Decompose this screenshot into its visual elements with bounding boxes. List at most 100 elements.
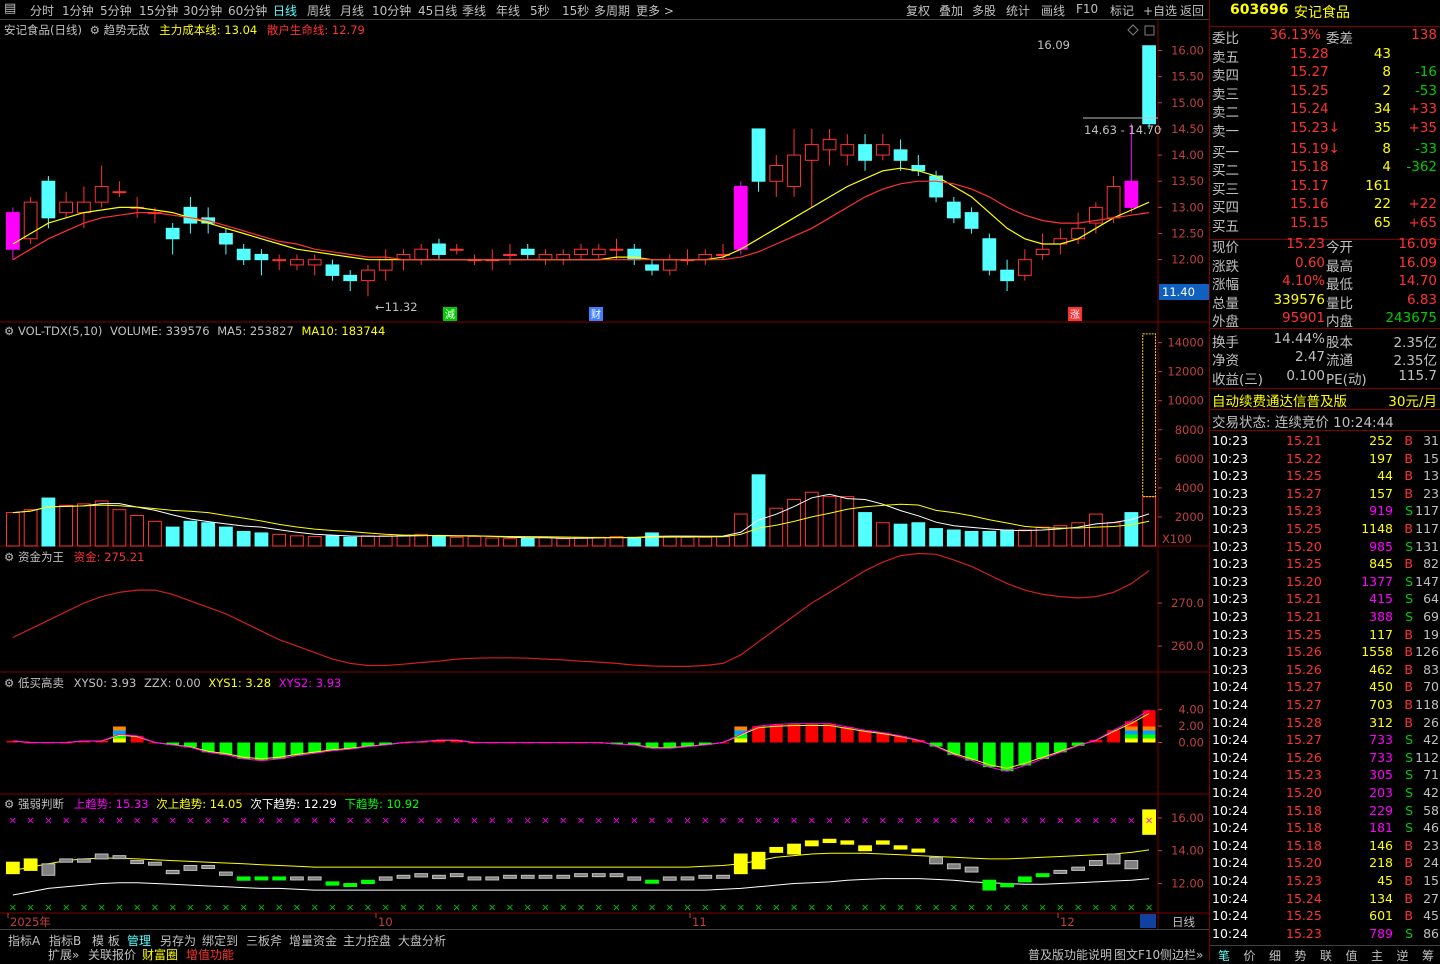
time-axis-label: 12 bbox=[1060, 915, 1075, 929]
toolbar-btn-3[interactable]: 统计 bbox=[1006, 2, 1030, 19]
bottom-right-link-0[interactable]: 普及版功能说明 bbox=[1028, 946, 1112, 963]
lowbuy-gear-icon[interactable]: ⚙ bbox=[4, 676, 14, 690]
lower-cross-mark: × bbox=[914, 902, 922, 913]
volume-bar bbox=[112, 509, 127, 547]
menu-icon[interactable]: ▤ bbox=[4, 1, 16, 16]
quote-tab-5[interactable]: 值 bbox=[1346, 947, 1358, 964]
toolbar-btn-0[interactable]: 复权 bbox=[906, 2, 930, 19]
period-tab-15[interactable]: 多周期 bbox=[594, 2, 630, 19]
low-y-tick-label: 2.00 bbox=[1178, 719, 1204, 733]
kline-chart[interactable]: 16.00 15.50 15.00 14.50 14.00 13.50 13.00 12.50… bbox=[0, 20, 1209, 953]
period-tab-1[interactable]: 1分钟 bbox=[62, 2, 94, 19]
tick-row-cell: 450 bbox=[1369, 679, 1393, 695]
upper-cross-mark: × bbox=[790, 816, 798, 827]
strength-block bbox=[893, 845, 908, 850]
tick-row-cell: B bbox=[1404, 433, 1413, 448]
period-tab-0[interactable]: 分时 bbox=[30, 2, 54, 19]
tick-row-cell: 1558 bbox=[1361, 644, 1393, 660]
bottom-right-link-1[interactable]: 图文F10 bbox=[1114, 946, 1160, 963]
period-tab-11[interactable]: 季线 bbox=[462, 2, 486, 19]
tick-row-cell: B bbox=[1404, 890, 1413, 906]
stat2-row-0-cell: 14.44% bbox=[1273, 331, 1325, 347]
tick-row-cell: 10:23 bbox=[1212, 450, 1249, 466]
period-tab-9[interactable]: 10分钟 bbox=[372, 2, 411, 19]
tick-row-cell: 15 bbox=[1423, 873, 1439, 888]
volume-bar bbox=[467, 536, 482, 547]
upper-cross-mark: × bbox=[1074, 816, 1082, 827]
period-tab-3[interactable]: 15分钟 bbox=[139, 2, 178, 19]
extend-tab-3[interactable]: 增值功能 bbox=[186, 946, 234, 963]
period-tab-7[interactable]: 周线 bbox=[307, 2, 331, 19]
lowbuy-signal-block bbox=[1142, 730, 1156, 735]
volume-gear-icon[interactable]: ⚙ bbox=[4, 324, 14, 338]
period-tab-14[interactable]: 15秒 bbox=[562, 2, 589, 19]
ask-level-2-cell: 卖二 bbox=[1212, 105, 1239, 121]
bottom-right-link-2[interactable]: 侧边栏» bbox=[1160, 946, 1203, 963]
period-tab-12[interactable]: 年线 bbox=[496, 2, 520, 19]
y-tick-label: 13.00 bbox=[1171, 200, 1204, 214]
extend-tab-0[interactable]: 扩展» bbox=[48, 946, 79, 963]
upper-cross-mark: × bbox=[772, 816, 780, 827]
lower-cross-mark: × bbox=[737, 902, 745, 913]
candle-body bbox=[343, 274, 358, 282]
quote-tab-8[interactable]: 筹 bbox=[1422, 947, 1434, 964]
toolbar-btn-6[interactable]: 标记 bbox=[1110, 2, 1134, 19]
tick-row-cell: 117 bbox=[1415, 521, 1439, 536]
tick-row-cell: B bbox=[1404, 556, 1413, 572]
period-tab-5[interactable]: 60分钟 bbox=[228, 2, 267, 19]
next-up-trend-line bbox=[12, 849, 1150, 871]
fund-panel-title: ⚙ 资金为王 资金: 275.21 bbox=[4, 549, 144, 565]
period-tab-2[interactable]: 5分钟 bbox=[100, 2, 132, 19]
toolbar-btn-4[interactable]: 画线 bbox=[1041, 2, 1065, 19]
ask-level-5: 卖五 15.28 43 bbox=[1210, 46, 1440, 66]
quote-tab-4[interactable]: 联 bbox=[1320, 947, 1332, 964]
stat2-row-2-cell: 115.7 bbox=[1398, 368, 1437, 384]
fund-gear-icon[interactable]: ⚙ bbox=[4, 550, 14, 564]
quote-tab-6[interactable]: 主 bbox=[1371, 947, 1383, 964]
volume-bar bbox=[183, 520, 198, 547]
quote-tab-7[interactable]: 逆 bbox=[1397, 947, 1409, 964]
quote-tab-3[interactable]: 势 bbox=[1295, 947, 1307, 964]
tick-row-cell: 181 bbox=[1369, 820, 1393, 836]
upper-cross-mark: × bbox=[1003, 816, 1011, 827]
main-panel-title: 安记食品(日线) ⚙ 趋势无敌 主力成本线: 13.04 散户生命线: 12.7… bbox=[4, 22, 365, 38]
period-tab-10[interactable]: 45日线 bbox=[418, 2, 457, 19]
period-tab-16[interactable]: 更多 > bbox=[636, 2, 674, 19]
quote-tab-2[interactable]: 细 bbox=[1269, 947, 1281, 964]
candle-body bbox=[1071, 227, 1085, 240]
time-axis-label: 2025年 bbox=[10, 915, 51, 929]
period-tab-4[interactable]: 30分钟 bbox=[183, 2, 222, 19]
upper-cross-mark: × bbox=[417, 816, 425, 827]
strength-block bbox=[361, 879, 375, 885]
toolbar-btn-7[interactable]: +自选 bbox=[1143, 2, 1177, 19]
ask-level-1-cell: 15.23↓ bbox=[1290, 120, 1340, 136]
upper-cross-mark: × bbox=[825, 816, 833, 827]
toolbar-btn-8[interactable]: 返回 bbox=[1180, 2, 1204, 19]
volume-bar bbox=[449, 536, 464, 547]
toolbar-btn-2[interactable]: 多股 bbox=[972, 2, 996, 19]
volume-bar bbox=[662, 536, 677, 547]
indicator-gear-icon[interactable]: ⚙ bbox=[90, 23, 100, 37]
volume-panel-title: ⚙ VOL-TDX(5,10) VOLUME: 339576 MA5: 2538… bbox=[4, 324, 385, 338]
candle-body bbox=[449, 248, 464, 251]
lower-cross-mark: × bbox=[275, 902, 283, 913]
strength-gear-icon[interactable]: ⚙ bbox=[4, 797, 14, 811]
toolbar-btn-5[interactable]: F10 bbox=[1076, 2, 1098, 16]
tick-row-cell: B bbox=[1404, 450, 1413, 466]
toolbar-btn-1[interactable]: 叠加 bbox=[939, 2, 963, 19]
period-tab-6[interactable]: 日线 bbox=[273, 2, 297, 19]
tick-row-cell: 15.26 bbox=[1286, 661, 1322, 677]
stock-period-label: 安记食品(日线) bbox=[4, 23, 82, 37]
extend-tab-2[interactable]: 财富圈 bbox=[142, 946, 178, 963]
quote-tab-0[interactable]: 笔 bbox=[1218, 947, 1230, 964]
period-tab-8[interactable]: 月线 bbox=[340, 2, 364, 19]
y-tick-label: 12.00 bbox=[1171, 253, 1204, 267]
candle-body bbox=[77, 201, 91, 214]
extend-tab-1[interactable]: 关联报价 bbox=[88, 946, 136, 963]
tick-row: 10:23 15.26 1558 B 126 bbox=[1210, 644, 1440, 662]
lower-cross-mark: × bbox=[861, 902, 869, 913]
period-tab-13[interactable]: 5秒 bbox=[530, 2, 550, 19]
quote-tab-1[interactable]: 价 bbox=[1244, 947, 1256, 964]
ask-level-4-cell: 8 bbox=[1382, 64, 1391, 80]
tick-row-cell: 388 bbox=[1369, 609, 1393, 624]
